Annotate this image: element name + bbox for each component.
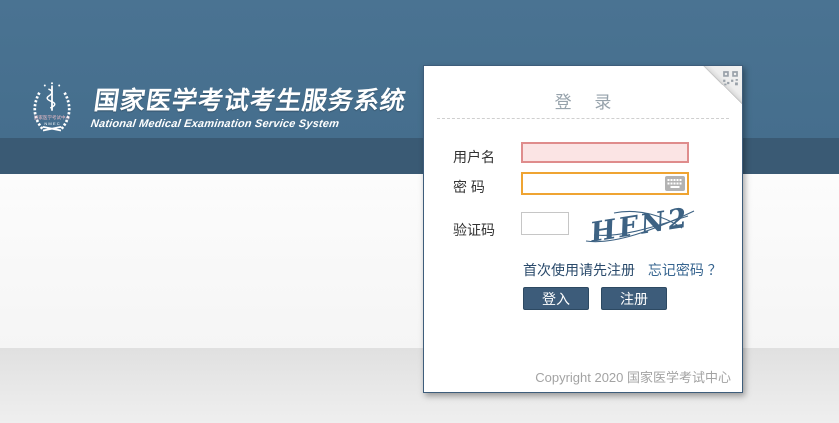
title-separator [437,118,729,119]
captcha-input[interactable] [521,212,569,235]
forgot-password-link[interactable]: 忘记密码 ？ [648,262,722,278]
register-hint-link[interactable]: 首次使用请先注册 [523,262,635,278]
captcha-image[interactable]: HFN2 [584,204,696,246]
username-label: 用户名 [453,147,495,167]
auxiliary-links: 首次使用请先注册 忘记密码 ？ [523,260,722,280]
captcha-text: HFN2 [587,204,692,246]
system-title: 国家医学考试考生服务系统 [92,88,408,116]
qr-code-icon [722,70,739,87]
password-input[interactable] [521,172,689,195]
login-panel: 登 录 用户名 密 码 验证码 HFN2 首次使用请先注册 忘记密码 ？ 登入 … [423,65,743,393]
emblem-band-text: 国家医学考试中心 [34,114,70,121]
system-subtitle: National Medical Examination Service Sys… [90,118,404,130]
password-label: 密 码 [453,177,485,197]
register-button[interactable]: 注册 [601,287,667,310]
login-panel-title: 登 录 [424,88,742,113]
username-input[interactable] [521,142,689,163]
brand-block: 国家医学考试中心 N M E C 国家医学考试考生服务系统 National M… [25,80,405,136]
soft-keyboard-icon[interactable] [665,176,685,191]
emblem-acronym: N M E C [44,121,59,126]
captcha-label: 验证码 [453,220,495,240]
nmec-logo-emblem: 国家医学考试中心 N M E C [25,80,79,136]
copyright-text: Copyright 2020 国家医学考试中心 [535,367,731,386]
login-button[interactable]: 登入 [523,287,589,310]
